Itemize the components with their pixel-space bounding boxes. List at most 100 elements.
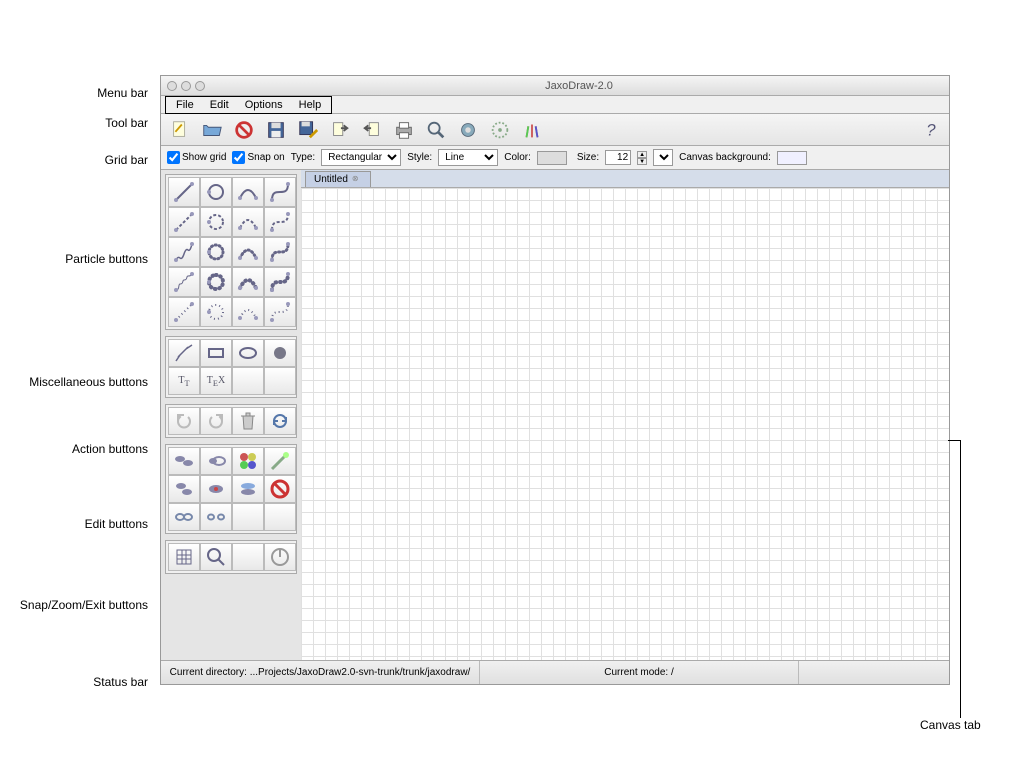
prefs-button[interactable] [487, 117, 513, 143]
photon-bezier-button[interactable] [264, 237, 296, 267]
undo-icon [172, 409, 196, 433]
arc-icon [236, 180, 260, 204]
tex-icon: TEX [207, 375, 225, 388]
background-button[interactable] [232, 475, 264, 503]
move-button[interactable] [168, 447, 200, 475]
annotation-snapzoom: Snap/Zoom/Exit buttons [0, 598, 148, 612]
type-select[interactable]: Rectangular [321, 149, 401, 166]
open-button[interactable] [199, 117, 225, 143]
undo-button[interactable] [168, 407, 200, 435]
plugins-button[interactable] [519, 117, 545, 143]
show-grid-checkbox[interactable] [167, 151, 180, 164]
size-input[interactable] [605, 150, 631, 165]
fermion-loop-button[interactable] [200, 177, 232, 207]
fermion-line-button[interactable] [168, 177, 200, 207]
canvas[interactable] [301, 188, 949, 660]
import-button[interactable] [327, 117, 353, 143]
delete-button[interactable] [264, 475, 296, 503]
gluon-arc-button[interactable] [232, 267, 264, 297]
duplicate-button[interactable] [168, 475, 200, 503]
size-dropdown[interactable] [653, 149, 673, 166]
fermion-bezier-button[interactable] [264, 177, 296, 207]
forbidden-icon [268, 477, 292, 501]
annotation-action: Action buttons [0, 442, 148, 456]
group-button[interactable] [168, 503, 200, 531]
chain-icon [172, 505, 196, 529]
scalar-arc-button[interactable] [232, 207, 264, 237]
floppy-pen-icon [297, 119, 319, 141]
style-label: Style: [407, 152, 432, 163]
ghost-line-button[interactable] [168, 297, 200, 327]
tab-close-icon[interactable]: ⊗ [352, 174, 362, 184]
dash-line-icon [172, 210, 196, 234]
resize-button[interactable] [200, 447, 232, 475]
dot-bezier-icon [268, 300, 292, 324]
annotation-gridbar: Grid bar [0, 153, 148, 167]
ghost-arc-button[interactable] [232, 297, 264, 327]
grid-button[interactable] [168, 543, 200, 571]
latex-button[interactable]: TEX [200, 367, 232, 395]
annotation-edit: Edit buttons [0, 517, 148, 531]
misc-empty2 [264, 367, 296, 395]
menubar: File Edit Options Help [161, 96, 949, 114]
select-button[interactable] [200, 475, 232, 503]
zoom-window-icon[interactable] [195, 81, 205, 91]
export-button[interactable] [359, 117, 385, 143]
print-button[interactable] [391, 117, 417, 143]
photon-line-button[interactable] [168, 237, 200, 267]
window-title: JaxoDraw-2.0 [215, 80, 943, 92]
gluon-loop-button[interactable] [200, 267, 232, 297]
ghost-bezier-button[interactable] [264, 297, 296, 327]
color-swatch[interactable] [537, 151, 567, 165]
coil-bezier-icon [268, 270, 292, 294]
canvas-tab[interactable]: Untitled ⊗ [305, 171, 371, 187]
color-button[interactable] [232, 447, 264, 475]
exit-button[interactable] [264, 543, 296, 571]
ghost-loop-button[interactable] [200, 297, 232, 327]
refresh-button[interactable] [264, 407, 296, 435]
close-button[interactable] [231, 117, 257, 143]
style-select[interactable]: Line [438, 149, 498, 166]
bg-swatch[interactable] [777, 151, 807, 165]
sz-empty [232, 543, 264, 571]
annotation-menubar: Menu bar [0, 86, 148, 100]
save-button[interactable] [263, 117, 289, 143]
menu-help[interactable]: Help [291, 97, 330, 113]
close-window-icon[interactable] [167, 81, 177, 91]
menu-options[interactable]: Options [237, 97, 291, 113]
zoom-button[interactable] [200, 543, 232, 571]
preview-button[interactable] [423, 117, 449, 143]
photon-loop-button[interactable] [200, 237, 232, 267]
text-button[interactable]: TT [168, 367, 200, 395]
tt-icon: TT [178, 375, 189, 388]
clear-button[interactable] [232, 407, 264, 435]
help-button[interactable]: ? [917, 117, 943, 143]
scalar-bezier-button[interactable] [264, 207, 296, 237]
menu-file[interactable]: File [168, 97, 202, 113]
watch-button[interactable] [455, 117, 481, 143]
fermion-arc-button[interactable] [232, 177, 264, 207]
blob-button[interactable] [264, 339, 296, 367]
export-icon [361, 119, 383, 141]
editobj-button[interactable] [264, 447, 296, 475]
saveas-button[interactable] [295, 117, 321, 143]
minimize-window-icon[interactable] [181, 81, 191, 91]
photon-arc-button[interactable] [232, 237, 264, 267]
size-up-button[interactable]: ▲ [637, 151, 647, 158]
ellipse-button[interactable] [232, 339, 264, 367]
scalar-line-button[interactable] [168, 207, 200, 237]
size-down-button[interactable]: ▼ [637, 158, 647, 165]
zigzag-button[interactable] [168, 339, 200, 367]
box-button[interactable] [200, 339, 232, 367]
line-arrow-icon [172, 180, 196, 204]
annotation-misc: Miscellaneous buttons [0, 375, 148, 389]
ungroup-button[interactable] [200, 503, 232, 531]
snap-on-checkbox[interactable] [232, 151, 245, 164]
gluon-line-button[interactable] [168, 267, 200, 297]
scalar-loop-button[interactable] [200, 207, 232, 237]
redo-button[interactable] [200, 407, 232, 435]
menu-edit[interactable]: Edit [202, 97, 237, 113]
duplicate-icon [172, 477, 196, 501]
gluon-bezier-button[interactable] [264, 267, 296, 297]
new-button[interactable] [167, 117, 193, 143]
